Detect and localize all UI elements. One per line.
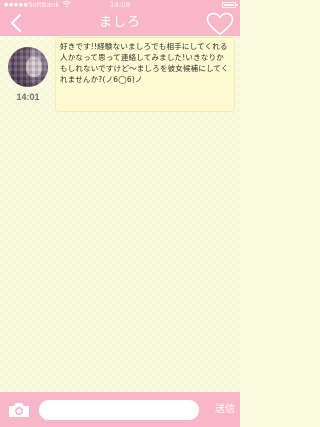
status-bar: ●●●●● SoftBank 14:09 [0,0,240,11]
composer-bar: 送信 [0,392,240,427]
message-time: 14:01 [16,92,40,102]
favorite-button[interactable] [206,12,234,36]
battery-level [224,4,234,6]
send-button[interactable]: 送信 [215,401,235,419]
heart-outline-icon [206,12,234,35]
avatar[interactable] [8,47,48,87]
camera-button[interactable] [7,401,31,419]
status-time: 14:09 [109,1,131,9]
message-bubble[interactable]: 好きです!!経験ないましろでも相手にしてくれる人かなって思って連絡してみました!… [55,37,235,112]
header-bar: ●●●●● SoftBank 14:09 ましろ [0,0,240,36]
avatar-mosaic [8,47,48,87]
conversation-title: ましろ [98,15,141,30]
camera-icon [9,403,29,417]
message-text: 好きです!!経験ないましろでも相手にしてくれる人かなって思って連絡してみました!… [60,42,229,84]
battery-icon [222,2,238,8]
message-input[interactable] [39,400,199,420]
